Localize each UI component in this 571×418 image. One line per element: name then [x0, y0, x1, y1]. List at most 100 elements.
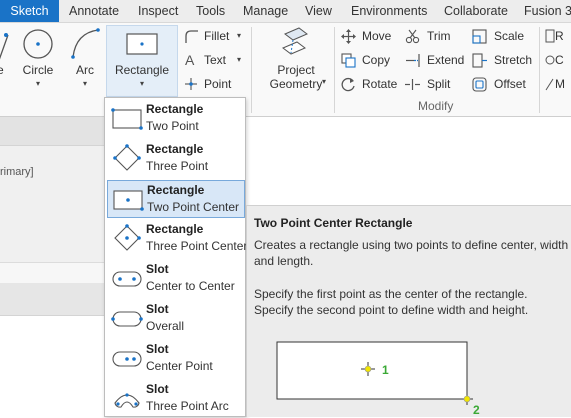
svg-text:A: A: [185, 53, 195, 67]
move-icon: [341, 29, 356, 44]
tab-fusion[interactable]: Fusion 36: [524, 0, 571, 22]
trim-button[interactable]: Trim: [405, 26, 467, 46]
menu-item-rectangle-three-point-center[interactable]: Rectangle Three Point Center: [107, 220, 248, 258]
slot-center-point-icon: [112, 351, 142, 367]
clipped-tool-2-label: C: [555, 53, 564, 67]
menu-item-rectangle-two-point-center[interactable]: Rectangle Two Point Center: [107, 180, 245, 218]
clipped-tool-2[interactable]: C: [545, 50, 571, 70]
arc-label: Arc: [76, 63, 94, 77]
clipped-tool-3[interactable]: M: [545, 74, 571, 94]
browser-panel-text: rimary]: [0, 166, 34, 178]
tab-view[interactable]: View: [305, 0, 332, 22]
tab-annotate[interactable]: Annotate: [69, 0, 119, 22]
text-dropdown-caret[interactable]: ▾: [237, 50, 241, 70]
circle-icon: [23, 29, 53, 59]
circle-label: Circle: [22, 63, 54, 77]
modify-group-label: Modify: [418, 99, 454, 113]
trim-icon: [405, 29, 420, 44]
menu-item-rectangle-three-point[interactable]: Rectangle Three Point: [107, 140, 245, 178]
clipped-tool-3-label: M: [555, 77, 565, 91]
circle-button[interactable]: Circle ▾: [14, 23, 62, 95]
scale-icon: [472, 29, 487, 44]
circle-dropdown-caret[interactable]: ▾: [14, 79, 62, 88]
move-button[interactable]: Move: [341, 26, 399, 46]
menu-item-title: Rectangle: [146, 102, 204, 116]
offset-label: Offset: [494, 77, 526, 91]
clipped-tool-icon: [545, 78, 554, 91]
stretch-button[interactable]: Stretch: [472, 50, 536, 70]
menu-item-slot-center-to-center[interactable]: Slot Center to Center: [107, 260, 245, 298]
fillet-label: Fillet: [204, 29, 230, 43]
tab-manage[interactable]: Manage: [243, 0, 288, 22]
copy-button[interactable]: Copy: [341, 50, 399, 70]
menu-item-title: Slot: [146, 342, 169, 356]
clipped-tool-1-label: R: [555, 29, 564, 43]
menu-item-title: Rectangle: [146, 142, 204, 156]
browser-panel-header: [0, 117, 110, 146]
tooltip-hint: Specify the first point as the center of…: [254, 287, 529, 317]
menu-item-title: Slot: [146, 382, 169, 396]
tab-tools[interactable]: Tools: [196, 0, 225, 22]
text-icon: A: [185, 53, 195, 67]
menu-item-slot-overall[interactable]: Slot Overall: [107, 300, 245, 338]
rotate-button[interactable]: Rotate: [341, 74, 399, 94]
arc-dropdown-caret[interactable]: ▾: [66, 79, 104, 88]
menu-item-title: Slot: [146, 262, 169, 276]
rectangle-three-point-icon: [113, 144, 141, 171]
point-icon: [185, 78, 197, 90]
rectangle-icon: [126, 33, 158, 55]
project-geometry-dropdown-caret[interactable]: ▾: [322, 77, 326, 86]
rectangle-dropdown-caret[interactable]: ▾: [106, 79, 178, 88]
menu-item-subtitle: Center Point: [146, 359, 213, 373]
ribbon-separator: [334, 27, 335, 113]
browser-panel: rimary]: [0, 146, 110, 262]
move-label: Move: [362, 29, 392, 43]
copy-label: Copy: [362, 53, 391, 67]
rotate-label: Rotate: [362, 77, 398, 91]
split-icon: [405, 79, 420, 90]
slot-overall-icon: [111, 311, 143, 327]
extend-button[interactable]: Extend: [405, 50, 467, 70]
menu-item-title: Slot: [146, 302, 169, 316]
project-geometry-icon: [282, 27, 308, 55]
point-button[interactable]: Point: [184, 74, 246, 94]
tab-environments[interactable]: Environments: [351, 0, 427, 22]
scale-label: Scale: [494, 29, 525, 43]
text-button[interactable]: A Text ▾: [184, 50, 246, 70]
tooltip-title: Two Point Center Rectangle: [254, 216, 413, 230]
menu-item-title: Rectangle: [146, 222, 204, 236]
fillet-dropdown-caret[interactable]: ▾: [237, 26, 241, 46]
menu-item-slot-center-point[interactable]: Slot Center Point: [107, 340, 245, 378]
tab-inspect[interactable]: Inspect: [138, 0, 178, 22]
menu-item-subtitle: Two Point Center: [147, 200, 240, 214]
rectangle-dropdown-menu: Rectangle Two Point Rectangle Three Poin…: [104, 97, 248, 418]
rectangle-button[interactable]: Rectangle ▾: [106, 23, 178, 95]
split-button[interactable]: Split: [405, 74, 467, 94]
clipped-tool-icon: [545, 29, 555, 43]
extend-label: Extend: [427, 53, 465, 67]
rectangle-three-point-center-icon: [114, 224, 141, 251]
fillet-button[interactable]: Fillet ▾: [184, 26, 246, 46]
arc-button[interactable]: Arc ▾: [66, 23, 104, 95]
menu-item-subtitle: Three Point Center: [146, 239, 248, 253]
menu-item-rectangle-two-point[interactable]: Rectangle Two Point: [107, 100, 245, 138]
point-1-label: 1: [382, 363, 389, 377]
scale-button[interactable]: Scale: [472, 26, 536, 46]
rectangle-two-point-center-icon: [113, 190, 144, 211]
project-geometry-label-line2: Geometry: [269, 77, 323, 91]
trim-label: Trim: [427, 29, 451, 43]
menu-item-slot-three-point-arc[interactable]: Slot Three Point Arc: [107, 380, 245, 418]
menu-item-subtitle: Two Point: [146, 119, 199, 133]
text-label: Text: [204, 53, 227, 67]
project-geometry-button[interactable]: Project Geometry ▾: [262, 23, 330, 95]
menu-item-subtitle: Center to Center: [146, 279, 235, 293]
tab-sketch[interactable]: Sketch: [0, 0, 59, 22]
offset-button[interactable]: Offset: [472, 74, 536, 94]
ribbon-separator: [251, 27, 252, 113]
line-button[interactable]: e: [0, 23, 10, 95]
clipped-tool-1[interactable]: R: [545, 26, 571, 46]
extend-icon: [406, 54, 420, 67]
tab-collaborate[interactable]: Collaborate: [444, 0, 508, 22]
split-label: Split: [427, 77, 451, 91]
menu-item-subtitle: Three Point: [146, 159, 209, 173]
